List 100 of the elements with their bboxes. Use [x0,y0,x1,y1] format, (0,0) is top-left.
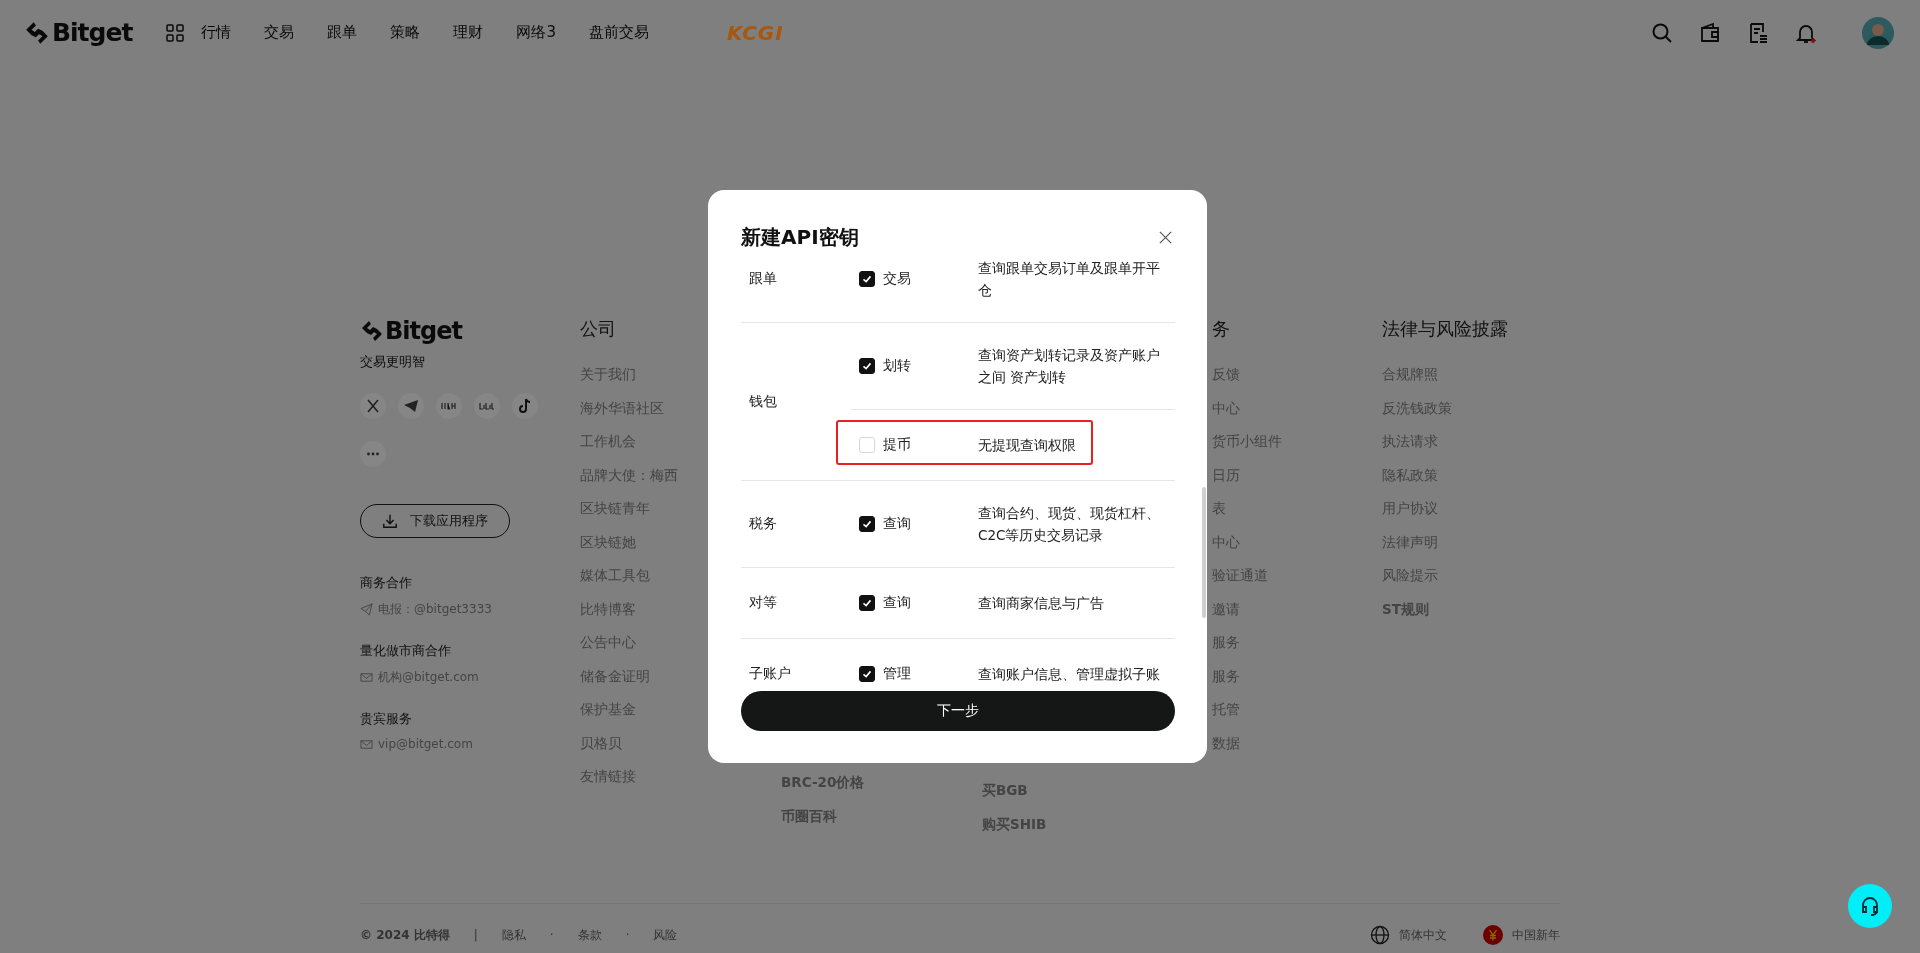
footer-link[interactable]: ST规则 [1382,598,1429,619]
footer-link[interactable]: BRC-20价格 [781,772,865,792]
promo-logo[interactable]: KCGI [726,20,784,45]
avatar[interactable] [1862,16,1894,49]
theme-selector[interactable]: 中国新年 [1512,926,1560,944]
permission-category: 子账户 [748,665,792,683]
permission-label: 查询 [883,594,912,612]
bottom-link[interactable]: 风险 [653,926,678,944]
logo-icon [360,319,384,343]
separator: · [549,928,554,942]
checkbox[interactable] [859,271,875,287]
apps-grid-icon[interactable] [166,23,185,42]
paper-plane-icon[interactable] [398,393,424,419]
footer-link[interactable]: 邀请 [1212,598,1240,619]
next-button[interactable]: 下一步 [741,691,1175,731]
permission-description: 无提现查询权限 [978,436,1077,455]
footer-link[interactable]: 货币小组件 [1212,431,1282,451]
download-icon [382,513,398,529]
mail-icon [360,671,373,684]
footer-link[interactable]: 风险提示 [1382,565,1438,585]
separator: · [625,928,630,942]
permission-category: 税务 [748,515,778,533]
footer-link[interactable]: 合规牌照 [1382,364,1438,384]
support-button[interactable] [1848,884,1892,928]
footer-link[interactable]: 托管 [1212,699,1240,719]
column-heading: 公司 [580,317,616,341]
footer-link[interactable]: 区块链青年 [580,498,650,518]
footer-link[interactable]: 中心 [1212,397,1240,418]
nav-item[interactable]: 行情 [201,23,232,42]
footer-link[interactable]: 工作机会 [580,431,636,451]
footer-link[interactable]: 法律声明 [1382,531,1438,552]
permission-description: 查询资产划转记录及资产账户之间 资产划转 [978,346,1161,387]
checkbox[interactable] [859,666,875,682]
footer-link[interactable]: 反馈 [1212,364,1240,384]
x-social-icon[interactable] [360,393,386,419]
footer-link[interactable]: 执法请求 [1382,431,1438,451]
contact-link[interactable]: 机构@bitget.com [378,669,479,686]
more-icon[interactable] [360,441,386,467]
music-note-icon[interactable] [512,393,538,419]
column-heading: 务 [1212,317,1230,341]
wallet-icon[interactable] [1698,20,1722,45]
footer-link[interactable]: 储备金证明 [580,665,650,686]
footer-link[interactable]: 买BGB [982,780,1028,800]
logo[interactable]: Bitget [24,18,133,47]
nav-item[interactable]: 网络3 [516,23,556,42]
footer-link[interactable]: 公告中心 [580,632,636,652]
permission-category: 钱包 [748,392,778,411]
social-icon[interactable] [436,393,462,419]
bottom-link[interactable]: 隐私 [501,926,526,944]
footer-link[interactable]: 购买SHIB [982,813,1047,834]
globe-icon [1370,925,1390,945]
footer-link[interactable]: 贝格贝 [580,732,622,753]
nav-item[interactable]: 盘前交易 [588,23,649,42]
footer-link[interactable]: 友情链接 [580,766,636,786]
permission-category: 对等 [748,594,778,612]
nav-item[interactable]: 策略 [390,23,421,42]
footer-link[interactable]: 比特博客 [580,598,636,619]
footer-link[interactable]: 品牌大使：梅西 [580,464,678,485]
contact-link[interactable]: vip@bitget.com [378,737,473,751]
dialog-title: 新建API密钥 [741,223,859,251]
video-icon[interactable] [474,393,500,419]
footer-link[interactable]: 区块链她 [580,531,636,552]
footer-link[interactable]: 中心 [1212,531,1240,552]
nav-item[interactable]: 理财 [453,23,484,42]
checkbox[interactable] [859,358,875,374]
footer-link[interactable]: 币圈百科 [781,805,837,826]
footer-link[interactable]: 媒体工具包 [580,565,650,585]
close-icon[interactable] [1158,229,1173,245]
footer-logo[interactable]: Bitget [360,317,462,345]
permission-description: 查询商家信息与广告 [978,594,1105,613]
footer-link[interactable]: 海外华语社区 [580,397,664,418]
checkbox[interactable] [859,595,875,611]
language-selector[interactable]: 简体中文 [1399,926,1447,944]
footer-link[interactable]: 日历 [1212,464,1240,485]
scrollbar[interactable] [1202,487,1206,618]
footer-link[interactable]: 服务 [1212,632,1240,652]
footer-link[interactable]: 表 [1212,498,1226,518]
logo-text: Bitget [52,18,133,47]
copyright: © 2024 比特得 [360,926,450,944]
checkbox[interactable] [859,516,875,532]
permission-category: 跟单 [748,270,778,288]
mail-icon [360,737,373,751]
logo-text: Bitget [385,317,462,345]
contact-title: 贵宾服务 [360,710,413,728]
permission-description: 查询跟单交易订单及跟单开平仓 [978,259,1161,300]
permission-description: 查询合约、现货、现货杠杆、C2C等历史交易记录 [978,504,1161,545]
footer-link[interactable]: 反洗钱政策 [1382,397,1452,418]
nav-item[interactable]: 交易 [264,23,295,42]
footer-link[interactable]: 保护基金 [580,699,636,719]
nav-item[interactable]: 跟单 [327,23,358,42]
footer-link[interactable]: 用户协议 [1382,498,1438,518]
permission-label: 管理 [883,665,912,683]
footer-link[interactable]: 数据 [1212,732,1240,753]
bottom-link[interactable]: 条款 [577,926,602,944]
permission-label: 查询 [883,515,912,533]
slogan: 交易更明智 [360,353,425,371]
footer-link[interactable]: 隐私政策 [1382,464,1438,485]
footer-link[interactable]: 服务 [1212,665,1240,686]
footer-link[interactable]: 验证通道 [1212,565,1268,585]
coin-icon [1483,925,1503,945]
